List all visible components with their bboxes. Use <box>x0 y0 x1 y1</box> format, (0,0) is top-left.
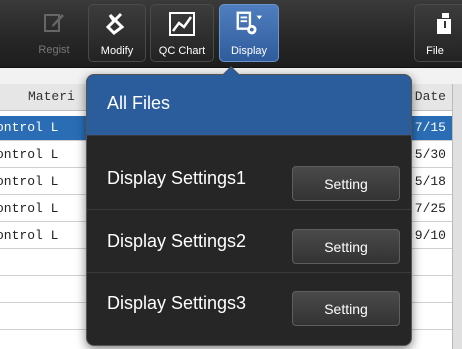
menu-item-label: All Files <box>107 93 171 113</box>
vertical-scrollbar[interactable] <box>452 84 462 349</box>
display-label: Display <box>230 45 268 57</box>
header-material[interactable]: Materi <box>28 89 75 104</box>
menu-item-display-settings3[interactable]: Display Settings3 Setting <box>87 274 411 335</box>
menu-item-label: Display Settings2 <box>107 231 247 251</box>
popup-arrow-fill <box>223 67 239 75</box>
file-icon <box>429 11 459 37</box>
cell-date: 5/30 <box>414 147 446 162</box>
regist-label: Regist <box>38 44 70 56</box>
menu-item-display-settings2[interactable]: Display Settings2 Setting <box>87 212 411 273</box>
cell-date: 7/15 <box>414 120 446 135</box>
menu-item-label: Display Settings3 <box>107 293 247 313</box>
setting-button-2[interactable]: Setting <box>292 229 400 264</box>
qc-chart-label: QC Chart <box>158 45 206 57</box>
menu-item-all-files[interactable]: All Files <box>87 75 411 136</box>
modify-icon <box>102 11 132 37</box>
cell-material: ontrol L <box>0 147 59 162</box>
setting-button-1[interactable]: Setting <box>292 166 400 201</box>
menu-item-label: Display Settings1 <box>107 168 247 188</box>
qc-chart-button[interactable]: QC Chart <box>150 4 214 62</box>
cell-date: 7/25 <box>414 201 446 216</box>
display-menu-popup: All Files Display Settings1 Setting Disp… <box>86 66 412 346</box>
display-button[interactable]: Display <box>219 4 279 62</box>
file-button[interactable]: File <box>414 4 462 62</box>
setting-button-3[interactable]: Setting <box>292 291 400 326</box>
cell-material: ontrol L <box>0 174 59 189</box>
cell-material: ontrol L <box>0 228 59 243</box>
toolbar: Regist Modify QC Chart Display File <box>0 0 462 68</box>
cell-material: ontrol L <box>0 120 59 135</box>
header-date[interactable]: Date <box>415 89 446 104</box>
modify-button[interactable]: Modify <box>88 4 146 62</box>
modify-label: Modify <box>100 45 134 57</box>
line-chart-icon <box>167 11 197 37</box>
cell-material: ontrol L <box>0 201 59 216</box>
display-settings-icon <box>234 11 264 37</box>
file-label: File <box>426 45 444 57</box>
pencil-icon <box>39 10 69 36</box>
regist-button[interactable]: Regist <box>26 4 82 62</box>
cell-date: 5/18 <box>414 174 446 189</box>
menu-item-display-settings1[interactable]: Display Settings1 Setting <box>87 149 411 210</box>
cell-date: 9/10 <box>414 228 446 243</box>
